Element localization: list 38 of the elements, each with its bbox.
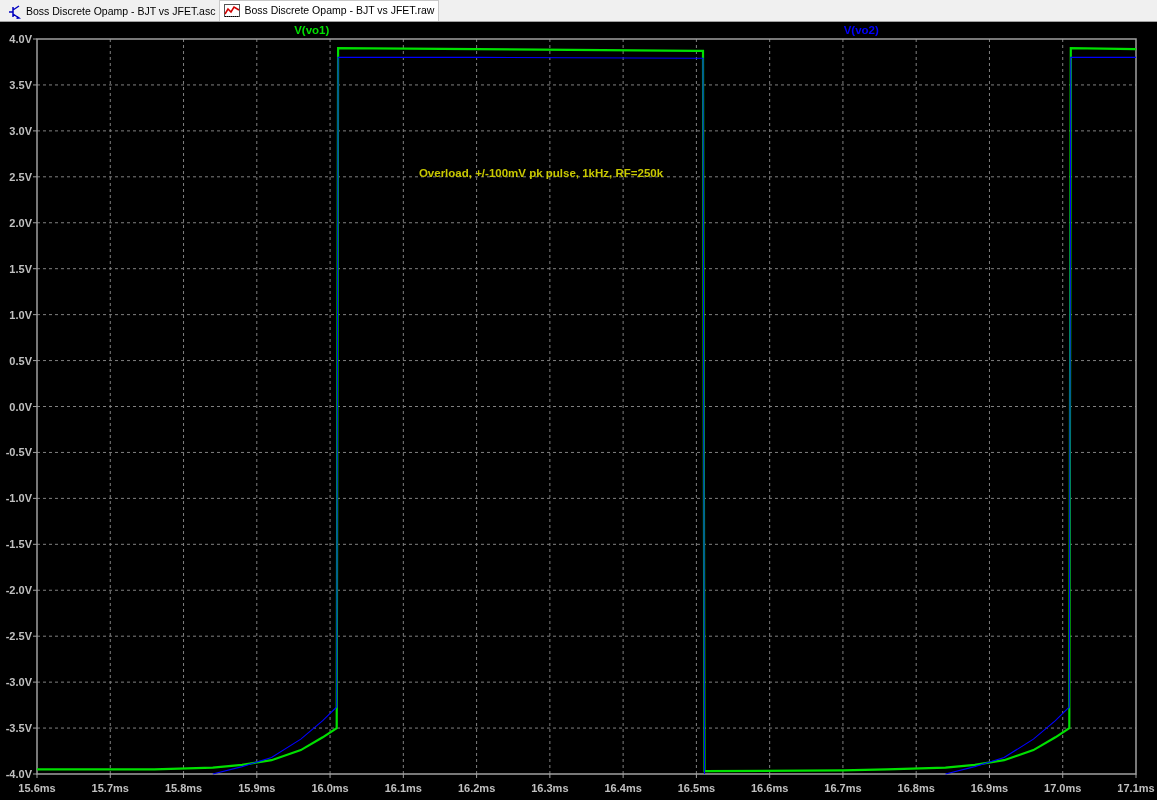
x-tick-label: 17.1ms [1117, 782, 1155, 794]
plot-annotation: Overload, +/-100mV pk pulse, 1kHz, RF=250k [418, 167, 664, 179]
x-tick-label: 16.4ms [604, 782, 642, 794]
y-tick-label: -1.5V [5, 538, 32, 551]
y-tick-label: -4.0V [5, 768, 32, 780]
x-tick-label: 17.0ms [1044, 782, 1082, 794]
y-tick-label: 1.0V [9, 308, 32, 321]
y-tick-label: 2.0V [9, 216, 32, 229]
y-tick-label: -1.0V [5, 492, 32, 505]
trace-label[interactable]: V(vo1) [294, 24, 330, 36]
y-tick-label: 2.5V [9, 170, 32, 183]
x-tick-label: 15.9ms [238, 782, 276, 794]
x-tick-label: 15.6ms [18, 782, 56, 794]
y-tick-label: 3.0V [9, 124, 32, 137]
x-tick-label: 16.9ms [970, 782, 1009, 794]
x-tick-label: 16.8ms [897, 782, 935, 794]
x-tick-label: 16.0ms [311, 782, 349, 794]
y-tick-label: -2.5V [5, 630, 32, 643]
y-tick-label: 0.5V [9, 354, 32, 367]
y-tick-label: -3.0V [5, 676, 32, 689]
x-tick-label: 15.7ms [91, 782, 129, 794]
y-tick-label: 4.0V [9, 33, 32, 45]
x-tick-label: 16.1ms [384, 782, 422, 794]
x-tick-label: 16.3ms [531, 782, 569, 794]
transistor-icon [8, 4, 22, 19]
y-tick-label: -3.5V [5, 722, 32, 735]
x-tick-label: 16.2ms [457, 782, 496, 794]
y-tick-label: -2.0V [5, 584, 32, 597]
y-tick-label: 3.5V [9, 78, 32, 91]
waveform-icon [224, 4, 241, 18]
y-tick-label: -0.5V [5, 446, 32, 459]
y-tick-label: 1.5V [9, 262, 32, 275]
x-tick-label: 16.5ms [677, 782, 716, 794]
x-tick-label: 16.6ms [751, 782, 789, 794]
file-tab[interactable]: Boss Discrete Opamp - BJT vs JFET.raw [219, 0, 440, 21]
y-tick-label: 0.0V [9, 400, 32, 413]
x-tick-label: 16.7ms [824, 782, 862, 794]
x-tick-label: 15.8ms [164, 782, 203, 794]
